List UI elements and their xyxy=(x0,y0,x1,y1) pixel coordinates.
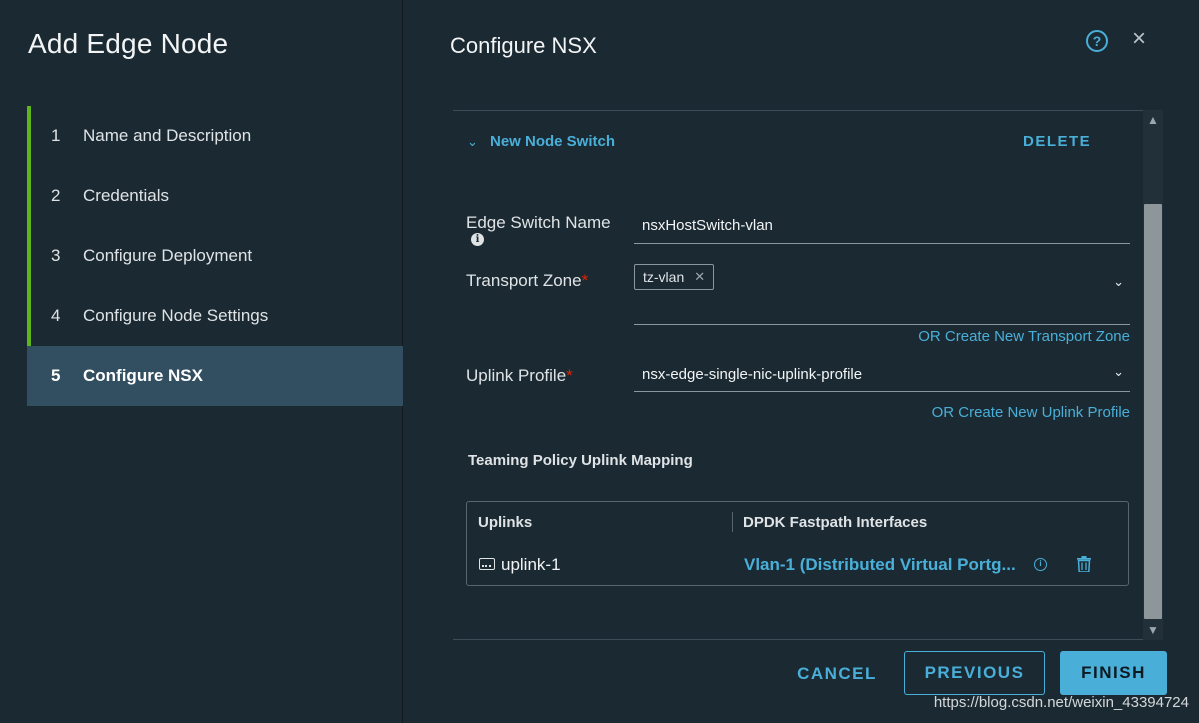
grid-header: Uplinks DPDK Fastpath Interfaces xyxy=(467,502,1128,542)
trash-icon[interactable] xyxy=(1077,556,1091,572)
wizard-step-1[interactable]: 1 Name and Description xyxy=(27,106,403,166)
edge-switch-name-label: Edge Switch Name xyxy=(466,213,611,232)
transport-zone-label-text: Transport Zone xyxy=(466,271,582,290)
content-scroll-area: ⌄ New Node Switch DELETE Edge Switch Nam… xyxy=(453,110,1149,640)
edge-switch-name-field[interactable]: nsxHostSwitch-vlan xyxy=(634,208,1130,244)
wizard-sidebar: Add Edge Node 1 Name and Description 2 C… xyxy=(0,0,403,723)
delete-button[interactable]: DELETE xyxy=(1023,133,1091,150)
wizard-step-4[interactable]: 4 Configure Node Settings xyxy=(27,286,403,346)
uplink-profile-select[interactable]: nsx-edge-single-nic-uplink-profile ⌄ xyxy=(634,358,1130,392)
column-separator[interactable] xyxy=(732,512,733,532)
info-icon[interactable]: i xyxy=(471,233,484,246)
create-transport-zone-link[interactable]: OR Create New Transport Zone xyxy=(918,328,1130,345)
section-header[interactable]: ⌄ New Node Switch DELETE xyxy=(453,130,1133,158)
uplink-port-icon xyxy=(479,558,495,570)
teaming-heading: Teaming Policy Uplink Mapping xyxy=(468,452,693,469)
step-label: Configure Deployment xyxy=(83,246,253,265)
wizard-step-3[interactable]: 3 Configure Deployment xyxy=(27,226,403,286)
create-uplink-profile-link[interactable]: OR Create New Uplink Profile xyxy=(932,404,1130,421)
cancel-button[interactable]: CANCEL xyxy=(787,652,887,696)
uplink-name: uplink-1 xyxy=(501,555,561,574)
uplink-profile-label: Uplink Profile* xyxy=(466,366,573,386)
required-mark: * xyxy=(566,366,573,385)
help-icon[interactable]: ? xyxy=(1086,30,1108,52)
column-header-dpdk[interactable]: DPDK Fastpath Interfaces xyxy=(743,514,927,531)
close-icon[interactable]: × xyxy=(1128,27,1150,51)
step-number: 5 xyxy=(51,366,61,385)
wizard-step-2[interactable]: 2 Credentials xyxy=(27,166,403,226)
transport-zone-select[interactable]: tz-vlan ✕ ⌄ xyxy=(634,264,1130,325)
previous-button[interactable]: PREVIOUS xyxy=(904,651,1045,695)
step-number: 2 xyxy=(51,186,61,205)
watermark: https://blog.csdn.net/weixin_43394724 xyxy=(933,694,1189,711)
wizard-title: Add Edge Node xyxy=(28,28,229,59)
chevron-down-icon[interactable]: ⌄ xyxy=(1113,364,1124,380)
table-row: uplink-1 Vlan-1 (Distributed Virtual Por… xyxy=(467,542,1128,586)
scroll-thumb[interactable] xyxy=(1144,204,1162,619)
chevron-down-icon[interactable]: ⌄ xyxy=(467,134,478,150)
main-panel: Configure NSX ? × ⌄ New Node Switch DELE… xyxy=(404,0,1199,723)
step-number: 4 xyxy=(51,306,61,325)
section-title[interactable]: New Node Switch xyxy=(490,133,615,150)
tag-label: tz-vlan xyxy=(643,269,685,285)
scroll-down-icon[interactable]: ▼ xyxy=(1143,620,1163,640)
edge-switch-name-value: nsxHostSwitch-vlan xyxy=(642,217,773,234)
scroll-up-icon[interactable]: ▲ xyxy=(1143,110,1163,130)
transport-zone-label: Transport Zone* xyxy=(466,271,588,291)
step-number: 1 xyxy=(51,126,61,145)
vertical-scrollbar[interactable]: ▲ ▼ xyxy=(1143,110,1163,640)
uplink-profile-label-text: Uplink Profile xyxy=(466,366,567,385)
transport-zone-tag[interactable]: tz-vlan ✕ xyxy=(634,264,715,290)
step-label: Configure NSX xyxy=(83,366,203,385)
step-number: 3 xyxy=(51,246,61,265)
node-switch-section: ⌄ New Node Switch DELETE Edge Switch Nam… xyxy=(453,130,1133,586)
chevron-down-icon[interactable]: ⌄ xyxy=(1113,274,1124,290)
info-icon[interactable]: i xyxy=(1034,558,1047,571)
uplink-profile-value: nsx-edge-single-nic-uplink-profile xyxy=(642,366,863,383)
remove-tag-icon[interactable]: ✕ xyxy=(694,269,705,285)
uplink-mapping-grid: Uplinks DPDK Fastpath Interfaces uplink-… xyxy=(466,501,1129,586)
column-header-uplinks[interactable]: Uplinks xyxy=(478,514,532,531)
step-label: Configure Node Settings xyxy=(83,306,269,325)
step-label: Credentials xyxy=(83,186,169,205)
finish-button[interactable]: FINISH xyxy=(1060,651,1167,695)
required-mark: * xyxy=(581,271,589,290)
wizard-step-5[interactable]: 5 Configure NSX xyxy=(27,346,403,406)
page-title: Configure NSX xyxy=(450,33,597,58)
interface-link[interactable]: Vlan-1 (Distributed Virtual Portg... xyxy=(744,555,1016,575)
wizard-steps: 1 Name and Description 2 Credentials 3 C… xyxy=(27,106,403,406)
step-label: Name and Description xyxy=(83,126,252,145)
